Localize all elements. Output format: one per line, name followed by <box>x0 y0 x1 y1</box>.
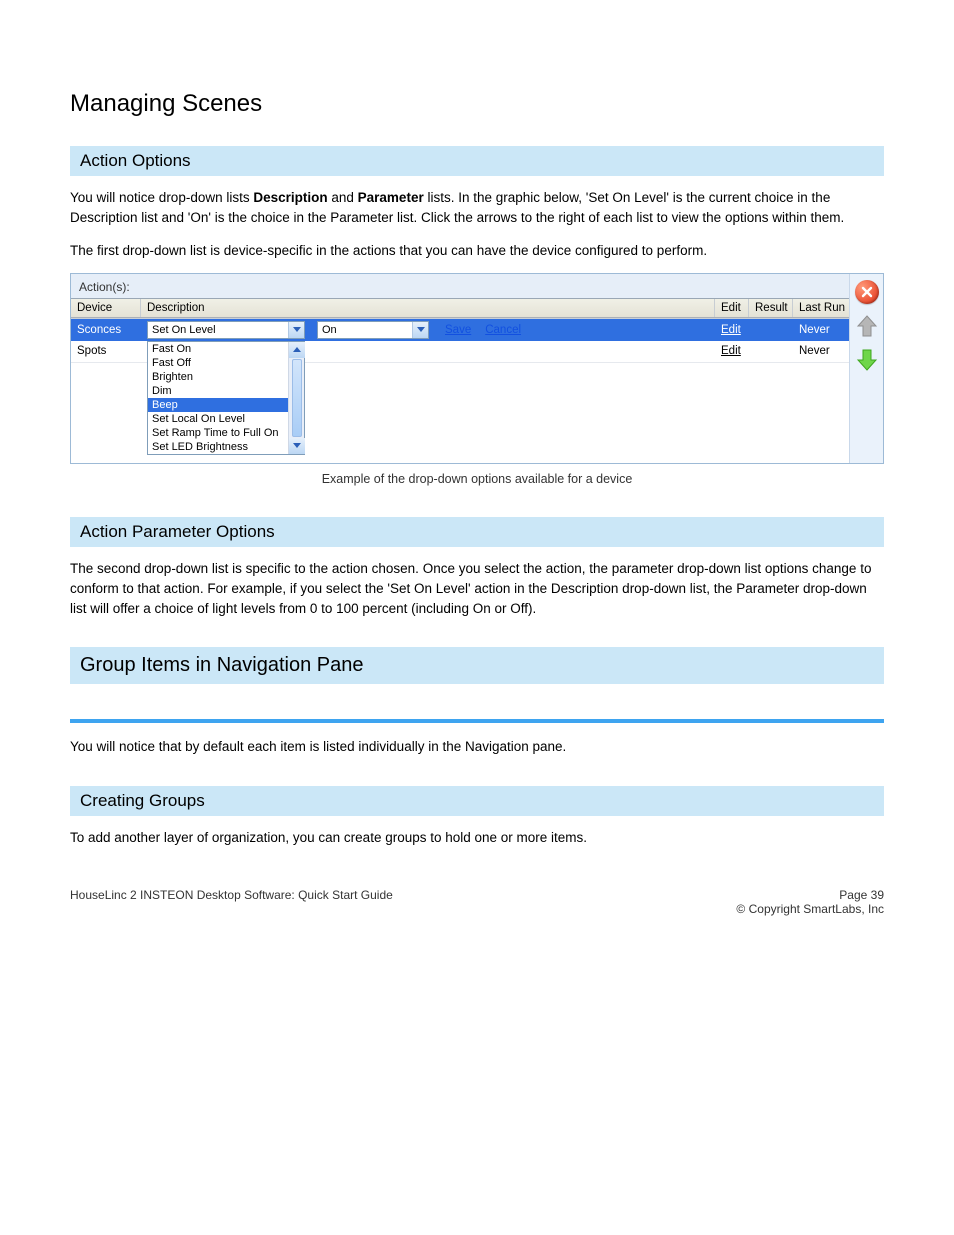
dropdown-item[interactable]: Set LED Brightness <box>148 440 288 454</box>
scroll-thumb[interactable] <box>292 359 302 437</box>
chevron-down-icon[interactable] <box>412 322 428 338</box>
footer-copyright: © Copyright SmartLabs, Inc <box>736 902 884 916</box>
scroll-down-icon[interactable] <box>289 438 305 454</box>
delete-icon[interactable] <box>855 280 879 304</box>
action-options-paragraph-1: You will notice drop-down lists Descript… <box>70 188 884 229</box>
row1-lastrun: Never <box>793 319 849 341</box>
create-groups-paragraph: To add another layer of organization, yo… <box>70 828 884 848</box>
section-action-parameter-options: Action Parameter Options <box>70 517 884 547</box>
description-combo-text: Set On Level <box>148 324 288 336</box>
dropdown-list: Fast OnFast OffBrightenDimBeepSet Local … <box>148 342 288 454</box>
description-dropdown[interactable]: Fast OnFast OffBrightenDimBeepSet Local … <box>147 341 305 455</box>
dropdown-item[interactable]: Set Local On Level <box>148 412 288 426</box>
grid-header: Device Description Edit Result Last Run <box>71 299 849 318</box>
col-device[interactable]: Device <box>71 299 141 317</box>
row1-device: Sconces <box>71 319 141 341</box>
action-options-paragraph-2: The first drop-down list is device-speci… <box>70 241 884 261</box>
parameter-combo[interactable]: On <box>317 321 429 339</box>
parameter-combo-text: On <box>318 324 412 336</box>
footer-left: HouseLinc 2 INSTEON Desktop Software: Qu… <box>70 888 393 916</box>
dropdown-item[interactable]: Beep <box>148 398 288 412</box>
description-combo[interactable]: Set On Level <box>147 321 305 339</box>
edit-link[interactable]: Edit <box>721 324 741 336</box>
dropdown-item[interactable]: Set Ramp Time to Full On <box>148 426 288 440</box>
dropdown-item[interactable]: Dim <box>148 384 288 398</box>
dropdown-item[interactable]: Fast Off <box>148 356 288 370</box>
bold-description: Description <box>253 190 327 205</box>
row2-lastrun: Never <box>793 341 849 362</box>
actions-label: Action(s): <box>71 274 849 298</box>
actions-grid: Device Description Edit Result Last Run … <box>71 298 849 463</box>
cancel-link[interactable]: Cancel <box>485 324 521 336</box>
dropdown-item[interactable]: Fast On <box>148 342 288 356</box>
page-footer: HouseLinc 2 INSTEON Desktop Software: Qu… <box>70 888 884 916</box>
dropdown-scrollbar[interactable] <box>288 342 304 454</box>
actions-panel-screenshot: Action(s): Device Description Edit Resul… <box>70 273 884 464</box>
chapter-heading: Group Items in Navigation Pane <box>70 647 884 684</box>
chevron-down-icon[interactable] <box>288 322 304 338</box>
edit-link[interactable]: Edit <box>721 345 741 357</box>
screenshot-caption: Example of the drop-down options availab… <box>70 470 884 489</box>
row1-description: Set On Level On Save Cancel <box>141 319 715 341</box>
page-title: Managing Scenes <box>70 90 884 118</box>
dropdown-item[interactable]: Brighten <box>148 370 288 384</box>
row2-result <box>749 341 793 362</box>
chapter-subtext: You will notice that by default each ite… <box>70 737 884 757</box>
bold-parameter: Parameter <box>358 190 424 205</box>
row2-device: Spots <box>71 341 141 362</box>
move-down-icon[interactable] <box>856 348 878 372</box>
row1-result <box>749 319 793 341</box>
text: and <box>328 190 358 205</box>
col-result[interactable]: Result <box>749 299 793 317</box>
row2-edit[interactable]: Edit <box>715 341 749 362</box>
section-creating-groups: Creating Groups <box>70 786 884 816</box>
scroll-up-icon[interactable] <box>289 342 305 358</box>
save-link[interactable]: Save <box>445 324 471 336</box>
chapter-divider <box>70 719 884 723</box>
footer-page: Page 39 <box>736 888 884 902</box>
row1-edit[interactable]: Edit <box>715 319 749 341</box>
move-up-icon[interactable] <box>856 314 878 338</box>
section-action-options: Action Options <box>70 146 884 176</box>
text: You will notice drop-down lists <box>70 190 253 205</box>
table-row[interactable]: Sconces Set On Level On Save Canc <box>71 319 849 341</box>
col-description[interactable]: Description <box>141 299 715 317</box>
param-paragraph: The second drop-down list is specific to… <box>70 559 884 620</box>
col-lastrun[interactable]: Last Run <box>793 299 849 317</box>
col-edit[interactable]: Edit <box>715 299 749 317</box>
